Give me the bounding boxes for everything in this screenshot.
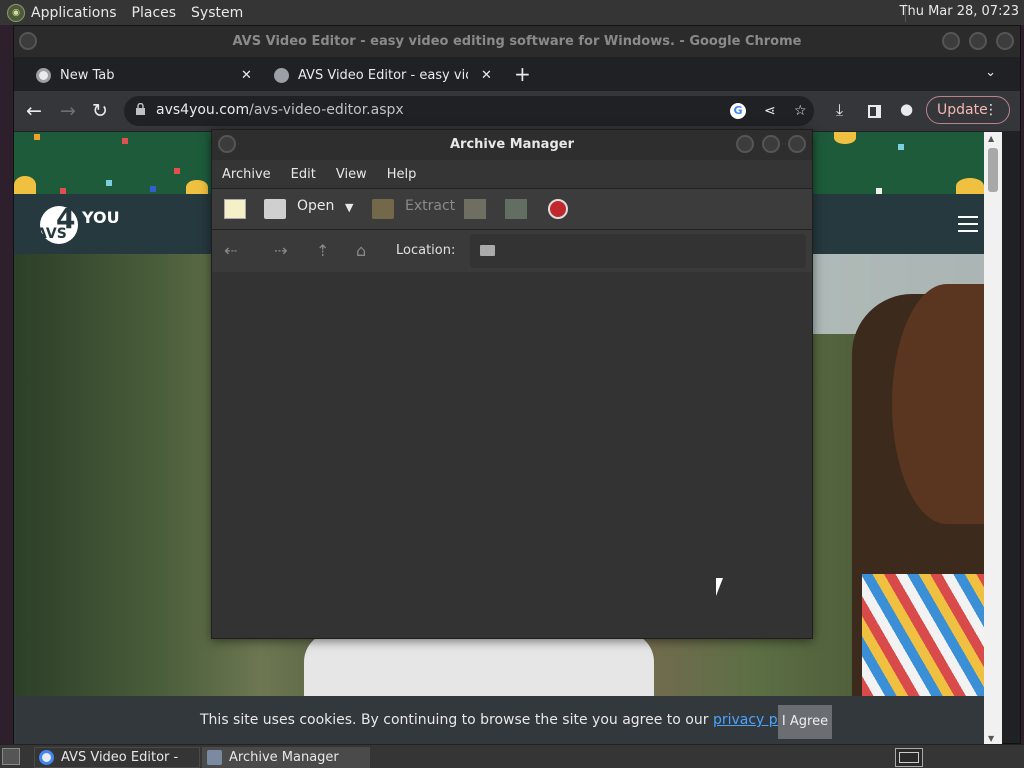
browser-toolbar: ← → ↻ avs4you.com/avs-video-editor.aspx … bbox=[14, 91, 1020, 131]
menu-edit[interactable]: Edit bbox=[291, 167, 316, 182]
scroll-thumb[interactable] bbox=[988, 148, 998, 192]
confetti-piece bbox=[122, 138, 128, 144]
maximize-icon[interactable] bbox=[762, 135, 780, 153]
home-icon: ⌂ bbox=[356, 241, 367, 260]
scroll-up-icon[interactable]: ▲ bbox=[988, 134, 994, 143]
extract-icon bbox=[372, 199, 394, 219]
open-button[interactable]: Open bbox=[297, 198, 334, 214]
archive-location-bar: ⇠ ⇢ ⇡ ⌂ Location: bbox=[212, 230, 812, 272]
forward-arrow-icon[interactable]: → bbox=[60, 100, 76, 122]
update-button[interactable]: Update ⋮ bbox=[926, 96, 1010, 124]
taskbar-item-archive-manager[interactable]: Archive Manager bbox=[202, 747, 370, 768]
confetti-piece bbox=[150, 186, 156, 192]
menu-system[interactable]: System bbox=[191, 5, 243, 21]
new-archive-icon[interactable] bbox=[224, 199, 246, 219]
menu-applications[interactable]: Applications bbox=[31, 5, 117, 21]
add-files-icon bbox=[464, 199, 486, 219]
gnome-foot-icon[interactable]: ◉ bbox=[7, 3, 25, 22]
globe-icon bbox=[274, 67, 289, 83]
extract-button: Extract bbox=[405, 198, 456, 214]
menu-archive[interactable]: Archive bbox=[222, 167, 271, 182]
show-desktop-icon[interactable] bbox=[2, 748, 20, 765]
scroll-down-icon[interactable]: ▼ bbox=[988, 734, 994, 743]
back-icon: ⇠ bbox=[224, 241, 238, 260]
tab-search-chevron-icon[interactable]: ⌄ bbox=[985, 65, 996, 80]
archive-titlebar[interactable]: Archive Manager bbox=[212, 130, 812, 160]
chrome-titlebar[interactable]: AVS Video Editor - easy video editing so… bbox=[14, 26, 1020, 57]
lock-icon bbox=[136, 103, 145, 115]
share-icon[interactable]: ⋖ bbox=[764, 103, 776, 119]
tab-label: New Tab bbox=[60, 67, 115, 83]
top-panel: ◉ Applications Places System Thu Mar 28,… bbox=[0, 0, 1024, 25]
mouse-cursor-icon bbox=[716, 578, 723, 596]
avs4you-logo[interactable]: 4 AVS YOU bbox=[36, 202, 120, 246]
location-label: Location: bbox=[396, 243, 456, 258]
bookmark-star-icon[interactable]: ☆ bbox=[794, 103, 807, 119]
maximize-icon[interactable] bbox=[969, 32, 987, 50]
google-lens-icon[interactable]: G bbox=[730, 103, 746, 119]
agree-button[interactable]: I Agree bbox=[778, 705, 832, 739]
chrome-logo-icon bbox=[39, 750, 54, 765]
tab-close-icon[interactable]: ✕ bbox=[481, 68, 492, 83]
profile-avatar-icon[interactable]: ● bbox=[900, 100, 913, 118]
folder-icon bbox=[480, 245, 495, 256]
stop-icon[interactable] bbox=[548, 199, 568, 219]
workspace-switcher[interactable] bbox=[895, 748, 923, 767]
clock[interactable]: Thu Mar 28, 07:23 bbox=[900, 4, 1019, 19]
close-icon[interactable] bbox=[996, 32, 1014, 50]
tab-avs-video-editor[interactable]: AVS Video Editor - easy video ✕ bbox=[274, 59, 496, 91]
confetti-balloon bbox=[956, 178, 984, 194]
confetti-piece bbox=[34, 134, 40, 140]
archive-manager-window: Archive Manager Archive Edit View Help O… bbox=[211, 129, 813, 639]
close-icon[interactable] bbox=[788, 135, 806, 153]
archive-window-title: Archive Manager bbox=[450, 137, 574, 152]
bottom-taskbar: AVS Video Editor - e... Archive Manager bbox=[0, 744, 1024, 768]
forward-icon: ⇢ bbox=[274, 241, 288, 260]
side-panel-icon[interactable] bbox=[868, 105, 881, 118]
window-menu-icon[interactable] bbox=[218, 135, 236, 153]
location-field[interactable] bbox=[470, 234, 806, 268]
minimize-icon[interactable] bbox=[736, 135, 754, 153]
confetti-piece bbox=[174, 168, 180, 174]
up-icon: ⇡ bbox=[316, 241, 330, 260]
archive-manager-icon bbox=[207, 750, 222, 765]
archive-toolbar: Open ▼ Extract bbox=[212, 188, 812, 230]
tab-close-icon[interactable]: ✕ bbox=[241, 68, 252, 83]
confetti-balloon bbox=[14, 176, 36, 194]
open-archive-icon[interactable] bbox=[264, 199, 286, 219]
archive-menubar: Archive Edit View Help bbox=[212, 160, 812, 188]
tab-strip: New Tab ✕ AVS Video Editor - easy video … bbox=[14, 57, 1020, 91]
url-text: avs4you.com/avs-video-editor.aspx bbox=[156, 102, 404, 118]
menu-places[interactable]: Places bbox=[132, 5, 177, 21]
tab-new-tab[interactable]: New Tab ✕ bbox=[36, 59, 258, 91]
open-dropdown-chevron-icon[interactable]: ▼ bbox=[345, 201, 353, 214]
confetti-balloon bbox=[834, 132, 856, 144]
confetti-piece bbox=[898, 144, 904, 150]
back-arrow-icon[interactable]: ← bbox=[26, 100, 42, 122]
confetti-piece bbox=[106, 180, 112, 186]
chrome-logo-icon bbox=[36, 67, 51, 83]
reload-icon[interactable]: ↻ bbox=[92, 100, 108, 122]
cookie-message: This site uses cookies. By continuing to… bbox=[200, 712, 812, 728]
menu-view[interactable]: View bbox=[336, 167, 367, 182]
taskbar-item-chrome[interactable]: AVS Video Editor - e... bbox=[34, 747, 200, 768]
minimize-icon[interactable] bbox=[942, 32, 960, 50]
cookie-banner: This site uses cookies. By continuing to… bbox=[14, 696, 1002, 745]
page-scrollbar[interactable]: ▲ ▼ bbox=[984, 132, 1002, 745]
window-menu-icon[interactable] bbox=[19, 32, 37, 50]
menu-help[interactable]: Help bbox=[387, 167, 417, 182]
more-menu-icon[interactable]: ⋮ bbox=[984, 97, 998, 123]
new-tab-button[interactable]: + bbox=[514, 62, 531, 86]
chrome-window-title: AVS Video Editor - easy video editing so… bbox=[232, 34, 802, 49]
hamburger-menu-icon[interactable] bbox=[958, 216, 978, 232]
confetti-balloon bbox=[186, 180, 208, 194]
tab-label: AVS Video Editor - easy video bbox=[298, 67, 468, 83]
address-bar[interactable]: avs4you.com/avs-video-editor.aspx G ⋖ ☆ bbox=[124, 96, 814, 126]
add-folder-icon bbox=[505, 199, 527, 219]
download-icon[interactable]: ⤓ bbox=[836, 100, 843, 120]
